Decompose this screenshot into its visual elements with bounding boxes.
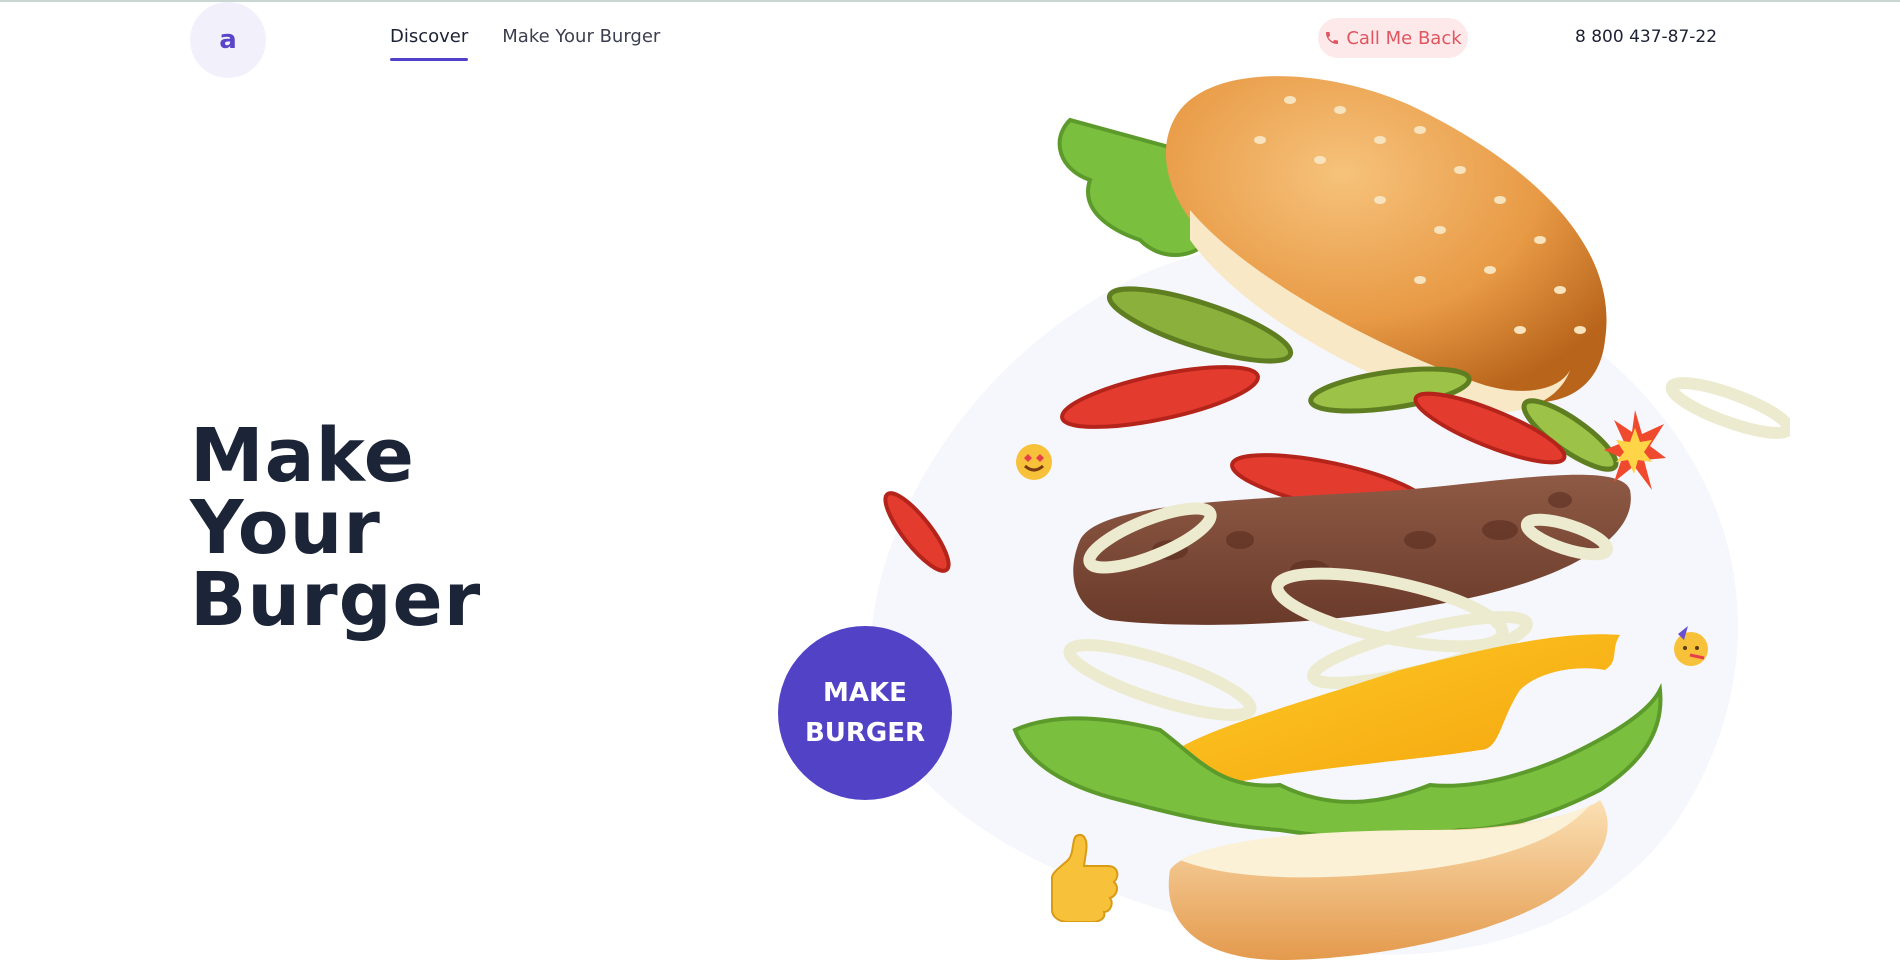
page: a Discover Make Your Burger Call Me Back… (0, 0, 1900, 962)
logo-letter: a (219, 25, 237, 55)
logo[interactable]: a (190, 2, 266, 78)
hero-title-line-1: Make (190, 413, 415, 499)
burger-illustration (883, 76, 1790, 960)
top-divider (0, 0, 1900, 2)
party-face-emoji (1674, 626, 1708, 666)
nav-make-your-burger[interactable]: Make Your Burger (502, 26, 660, 61)
hero-title-line-2: Your (190, 485, 381, 571)
make-burger-button[interactable]: MAKE BURGER (778, 626, 952, 800)
nav-discover[interactable]: Discover (390, 26, 469, 61)
make-burger-label: MAKE BURGER (805, 673, 925, 753)
call-me-back-button[interactable]: Call Me Back (1318, 18, 1468, 58)
hero-title: Make Your Burger (190, 413, 482, 643)
make-burger-line-1: MAKE (823, 678, 907, 708)
thumbs-up-emoji (1051, 834, 1119, 922)
phone-icon (1326, 32, 1339, 44)
call-me-back-label: Call Me Back (1346, 27, 1462, 49)
hero-title-line-3: Burger (190, 557, 482, 643)
make-burger-line-2: BURGER (804, 718, 926, 748)
heart-eyes-emoji (1016, 444, 1052, 480)
phone-number[interactable]: 8 800 437-87-22 (1575, 27, 1717, 47)
burst-icon (1604, 410, 1666, 490)
main-nav: Discover Make Your Burger (390, 26, 660, 61)
